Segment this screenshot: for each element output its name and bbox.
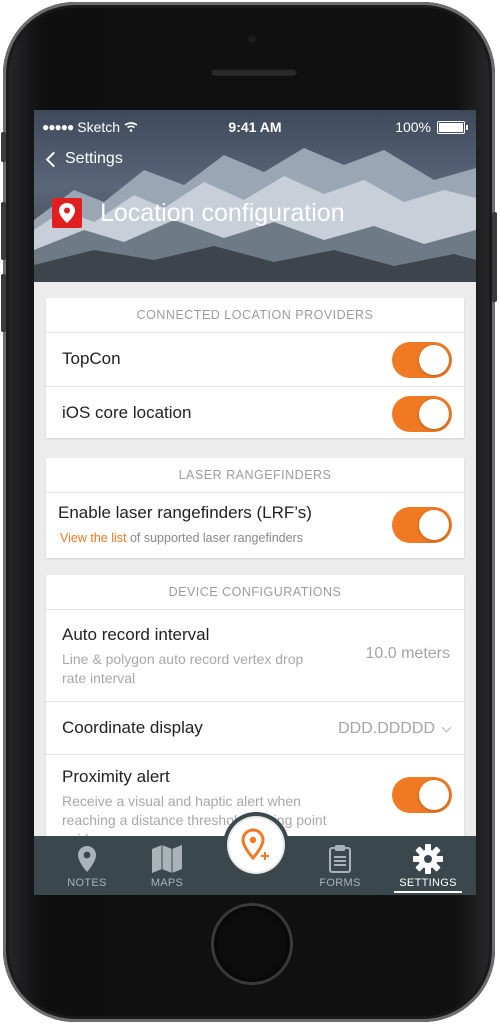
connected-providers-card: CONNECTED LOCATION PROVIDERS TopCon iOS … <box>46 298 464 438</box>
power-button <box>492 212 497 302</box>
tab-notes[interactable]: NOTES <box>50 836 124 895</box>
fab-container <box>223 812 289 878</box>
auto-record-value: 10.0 meters <box>365 645 450 662</box>
volume-down-button <box>1 274 6 332</box>
laser-row: Enable laser rangefinders (LRF’s) View t… <box>46 493 464 558</box>
provider-label: iOS core location <box>62 403 192 422</box>
battery-icon <box>437 120 465 134</box>
clipboard-icon <box>329 845 351 873</box>
tab-forms[interactable]: FORMS <box>303 836 377 895</box>
map-pin-icon <box>78 846 96 872</box>
tab-settings[interactable]: SETTINGS <box>390 836 466 895</box>
page-title: Location configuration <box>100 198 345 227</box>
phone-frame: ●●●●● Sketch 9:41 AM 100% Settings Locat… <box>1 2 497 1022</box>
coordinate-display-row[interactable]: Coordinate display DDD.DDDDD <box>46 702 464 755</box>
coordinate-display-select[interactable]: DDD.DDDDD <box>338 720 452 738</box>
front-camera <box>247 34 257 44</box>
topcon-toggle[interactable] <box>392 342 452 378</box>
add-location-button[interactable] <box>229 818 283 872</box>
tab-bar: NOTES MAPS FORMS SETTINGS <box>34 812 476 895</box>
laser-toggle[interactable] <box>392 507 452 543</box>
proximity-toggle[interactable] <box>392 777 452 813</box>
auto-record-sub: Line & polygon auto record vertex drop r… <box>62 651 304 686</box>
section-header: LASER RANGEFINDERS <box>46 458 464 493</box>
add-location-icon <box>241 828 269 861</box>
volume-up-button <box>1 202 6 260</box>
earpiece-speaker <box>211 68 297 76</box>
map-icon <box>152 845 182 873</box>
provider-row-topcon: TopCon <box>46 333 464 387</box>
header-hero: ●●●●● Sketch 9:41 AM 100% Settings Locat… <box>34 110 476 282</box>
coordinate-display-label: Coordinate display <box>62 718 203 737</box>
view-list-link[interactable]: View the list <box>60 531 126 545</box>
coordinate-display-value: DDD.DDDDD <box>338 720 435 737</box>
back-label: Settings <box>65 150 123 167</box>
tab-maps[interactable]: MAPS <box>130 836 204 895</box>
laser-sub-text: of supported laser rangefinders <box>126 531 303 545</box>
chevron-left-icon <box>45 151 62 168</box>
back-button[interactable]: Settings <box>45 150 123 168</box>
auto-record-row[interactable]: Auto record interval Line & polygon auto… <box>46 610 464 702</box>
chevron-down-icon <box>441 722 452 732</box>
provider-label: TopCon <box>62 349 121 368</box>
section-header: DEVICE CONFIGURATIONS <box>46 575 464 610</box>
laser-rangefinders-card: LASER RANGEFINDERS Enable laser rangefin… <box>46 458 464 558</box>
proximity-label: Proximity alert <box>62 767 170 786</box>
gear-icon <box>413 844 443 874</box>
mute-switch <box>1 132 6 162</box>
location-pin-icon <box>52 198 82 228</box>
laser-sub: View the list of supported laser rangefi… <box>60 529 330 548</box>
auto-record-label: Auto record interval <box>62 625 210 644</box>
home-button[interactable] <box>214 906 290 982</box>
page-header: Location configuration <box>52 198 345 228</box>
provider-row-ios: iOS core location <box>46 387 464 440</box>
laser-label: Enable laser rangefinders (LRF’s) <box>58 503 312 522</box>
status-bar: ●●●●● Sketch 9:41 AM 100% <box>34 116 476 136</box>
active-tab-indicator <box>394 891 462 893</box>
screen: ●●●●● Sketch 9:41 AM 100% Settings Locat… <box>34 110 476 895</box>
ios-location-toggle[interactable] <box>392 396 452 432</box>
device-config-card: DEVICE CONFIGURATIONS Auto record interv… <box>46 575 464 847</box>
battery-percent: 100% <box>395 119 431 135</box>
section-header: CONNECTED LOCATION PROVIDERS <box>46 298 464 333</box>
